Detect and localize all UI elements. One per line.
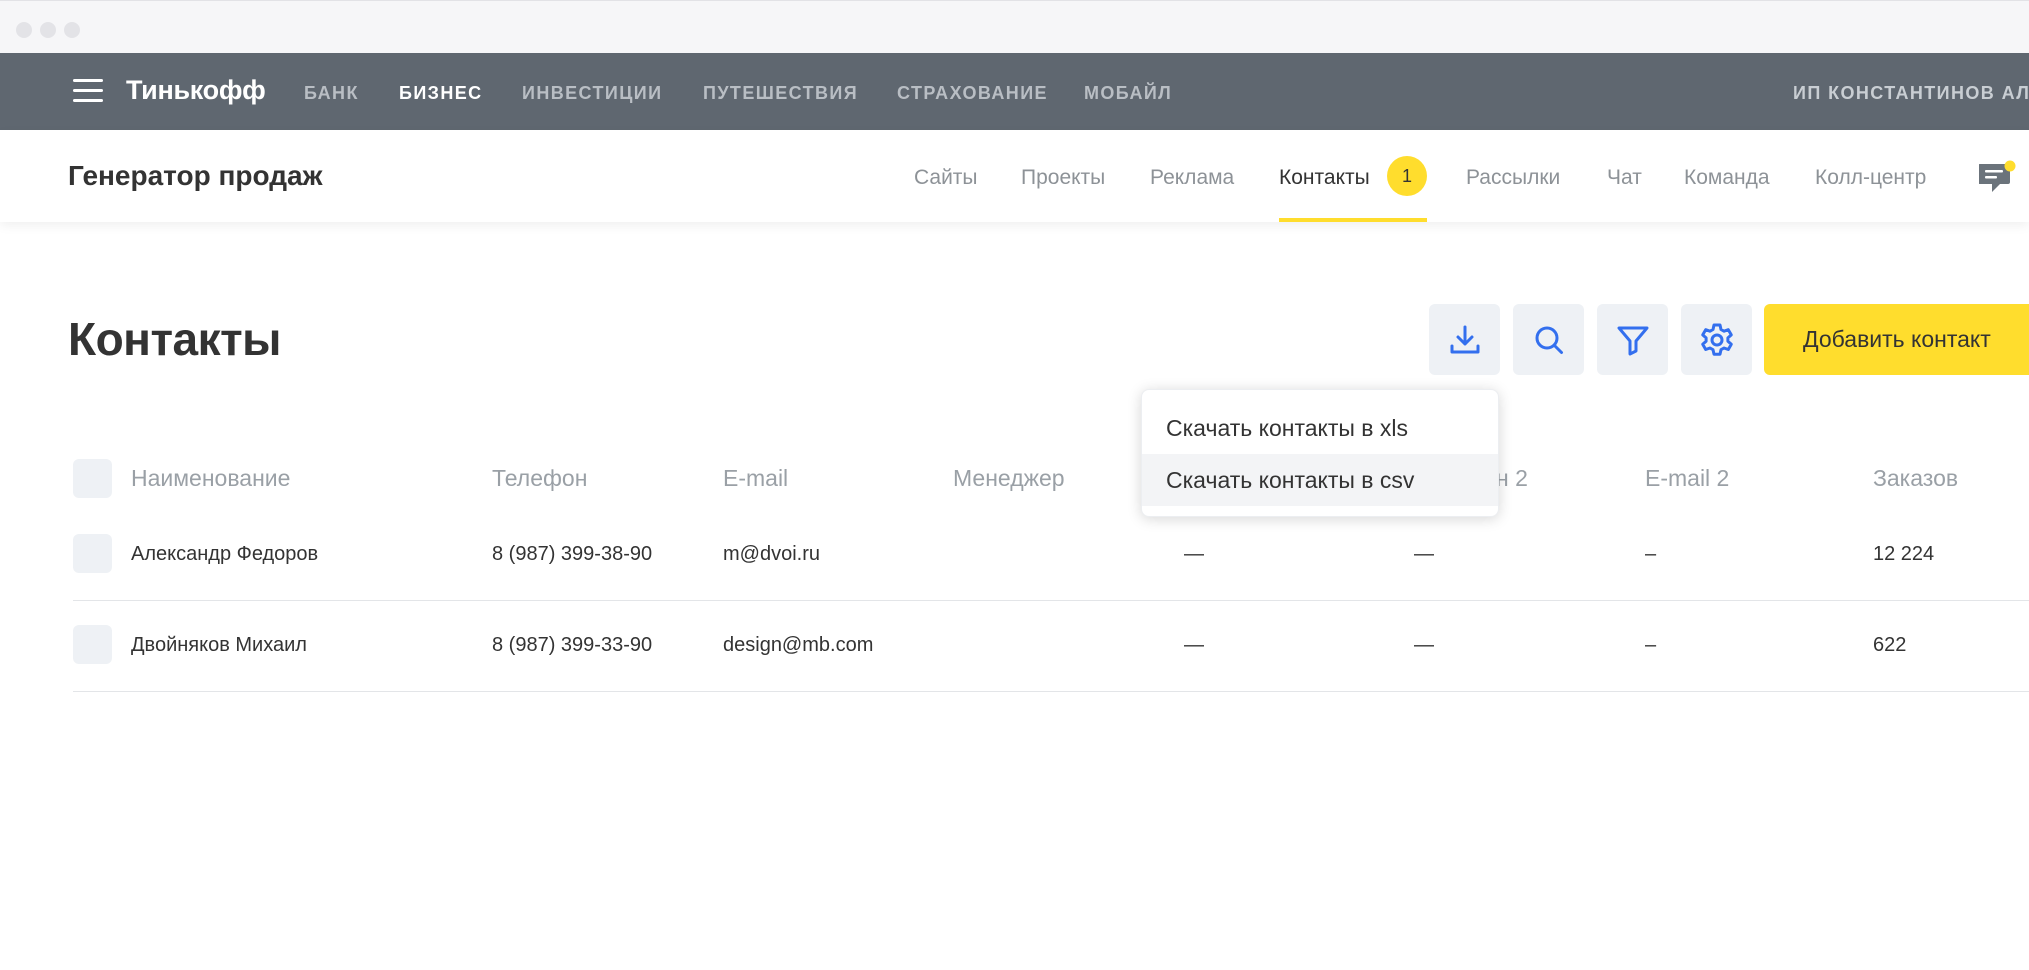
- column-header-manager[interactable]: Менеджер: [953, 465, 1065, 492]
- product-title[interactable]: Генератор продаж: [68, 160, 322, 192]
- tab-projects[interactable]: Проекты: [1021, 166, 1105, 190]
- row-checkbox[interactable]: [73, 625, 112, 664]
- row-divider: [73, 691, 2029, 692]
- menu-hamburger-icon[interactable]: [73, 79, 103, 103]
- tab-ads[interactable]: Реклама: [1150, 166, 1234, 190]
- window-close-dot[interactable]: [16, 22, 32, 38]
- search-button[interactable]: [1513, 304, 1584, 375]
- nav-item-investments[interactable]: ИНВЕСТИЦИИ: [522, 83, 662, 104]
- cell-email: design@mb.com: [723, 634, 874, 656]
- logo[interactable]: Тинькофф: [126, 75, 266, 106]
- download-xls-option[interactable]: Скачать контакты в xls: [1142, 402, 1498, 454]
- cell-name[interactable]: Александр Федоров: [131, 543, 318, 566]
- cell-phone: 8 (987) 399-38-90: [492, 543, 653, 565]
- settings-button[interactable]: [1681, 304, 1752, 375]
- cell-phone: 8 (987) 399-33-90: [492, 634, 653, 656]
- cell-email-2: –: [1645, 543, 1657, 565]
- column-header-orders[interactable]: Заказов: [1873, 465, 1958, 492]
- tab-sites[interactable]: Сайты: [914, 166, 978, 190]
- row-divider: [73, 600, 2029, 601]
- download-dropdown-menu: Скачать контакты в xls Скачать контакты …: [1141, 389, 1499, 517]
- tab-call-center[interactable]: Колл-центр: [1815, 166, 1926, 190]
- window-maximize-dot[interactable]: [64, 22, 80, 38]
- row-checkbox[interactable]: [73, 534, 112, 573]
- cell-email-2: –: [1645, 634, 1657, 656]
- cell-field: —: [1184, 543, 1204, 565]
- column-header-email[interactable]: E-mail: [723, 465, 788, 492]
- cell-phone-2: —: [1414, 543, 1434, 565]
- nav-item-insurance[interactable]: СТРАХОВАНИЕ: [897, 83, 1048, 104]
- column-header-phone-2[interactable]: н 2: [1496, 465, 1528, 492]
- add-contact-button[interactable]: Добавить контакт: [1764, 304, 2029, 375]
- top-navigation: Тинькофф БАНК БИЗНЕС ИНВЕСТИЦИИ ПУТЕШЕСТ…: [0, 53, 2029, 130]
- column-header-name[interactable]: Наименование: [131, 465, 290, 492]
- tab-mailings[interactable]: Рассылки: [1466, 166, 1560, 190]
- page-title: Контакты: [68, 313, 281, 365]
- user-account-name[interactable]: ИП КОНСТАНТИНОВ АЛ.: [1793, 83, 2029, 104]
- cell-phone-2: —: [1414, 634, 1434, 656]
- nav-item-bank[interactable]: БАНК: [304, 83, 359, 104]
- tab-team[interactable]: Команда: [1684, 166, 1770, 190]
- active-tab-indicator: [1279, 218, 1427, 222]
- window-titlebar: [0, 0, 2029, 53]
- download-csv-option[interactable]: Скачать контакты в csv: [1142, 454, 1498, 506]
- tab-chat[interactable]: Чат: [1607, 166, 1642, 190]
- tab-contacts[interactable]: Контакты: [1279, 166, 1370, 190]
- search-icon: [1535, 326, 1563, 354]
- nav-item-mobile[interactable]: МОБАЙЛ: [1084, 83, 1172, 104]
- cell-name[interactable]: Двойняков Михаил: [131, 634, 307, 657]
- window-minimize-dot[interactable]: [40, 22, 56, 38]
- column-header-phone[interactable]: Телефон: [492, 465, 587, 492]
- download-icon: [1450, 325, 1479, 353]
- product-header: Генератор продаж Сайты Проекты Реклама К…: [0, 130, 2029, 222]
- nav-item-travel[interactable]: ПУТЕШЕСТВИЯ: [703, 83, 858, 104]
- cell-field: —: [1184, 634, 1204, 656]
- contacts-count-badge: 1: [1387, 156, 1427, 196]
- nav-item-business[interactable]: БИЗНЕС: [399, 83, 483, 104]
- filter-button[interactable]: [1597, 304, 1668, 375]
- column-header-email-2[interactable]: E-mail 2: [1645, 465, 1729, 492]
- download-button[interactable]: [1429, 304, 1500, 375]
- cell-orders: 12 224: [1873, 543, 1935, 565]
- filter-icon: [1617, 326, 1648, 355]
- select-all-checkbox[interactable]: [73, 459, 112, 498]
- gear-icon: [1700, 323, 1733, 356]
- cell-email: m@dvoi.ru: [723, 543, 820, 565]
- cell-orders: 622: [1873, 634, 1907, 656]
- chat-notification-icon[interactable]: [1979, 160, 2019, 196]
